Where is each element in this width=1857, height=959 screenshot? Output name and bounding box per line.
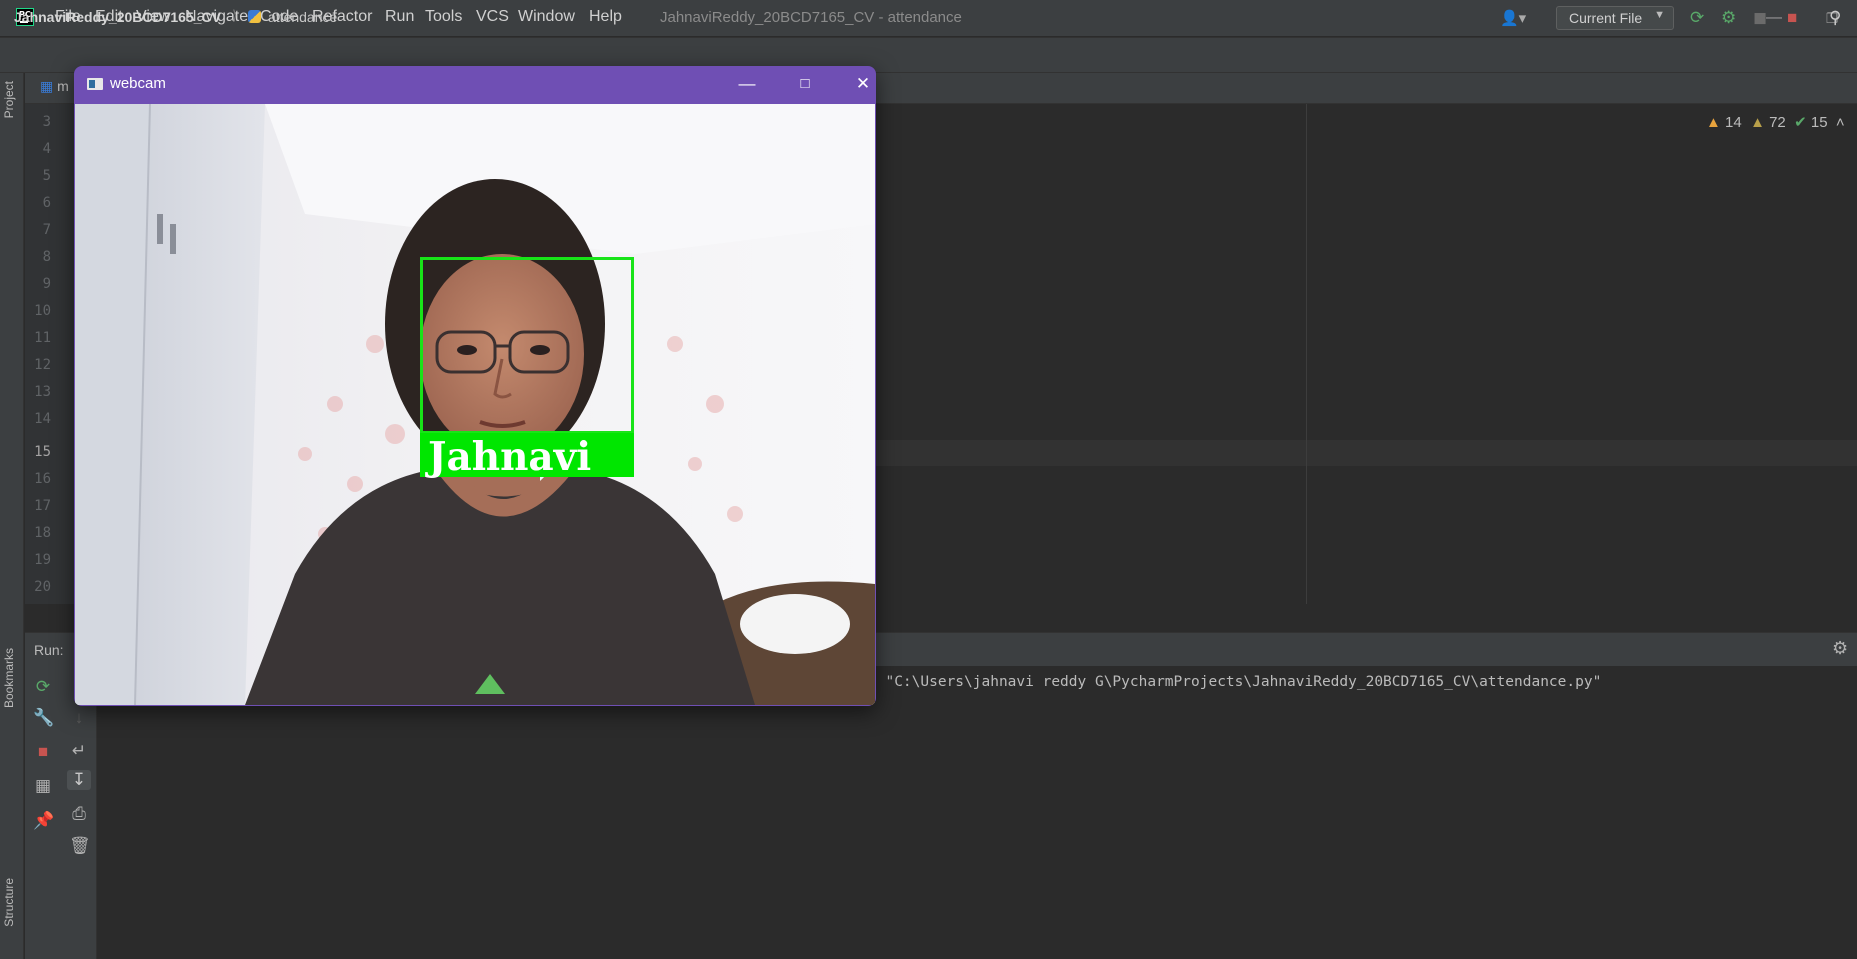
editor-tab[interactable]: ▦ m [40,78,69,95]
line-number: 3 [42,114,51,130]
line-number: 12 [34,357,51,373]
left-tool-strip: Project Bookmarks Structure [0,73,24,959]
detected-face-name: Jahnavi [428,434,592,480]
console-actions-toolbar: ↓ ↵ ↧ ⎙ 🗑 [61,666,97,959]
error-count: 14 [1725,114,1742,131]
breadcrumb-file[interactable]: attendance [268,9,337,25]
run-configuration-dropdown[interactable]: Current File ▼ [1556,6,1674,30]
pin-icon[interactable]: 📌 [33,811,54,831]
console-output[interactable] [98,666,1857,959]
scroll-to-end-icon[interactable]: ↧ [67,770,91,790]
line-number: 16 [34,471,51,487]
python-file-icon: ▦ [40,78,54,94]
webcam-video-feed: Jahnavi [75,104,875,705]
line-number: 9 [42,276,51,292]
menu-window[interactable]: Window [518,8,575,26]
right-margin-guide [1306,104,1307,604]
editor-tab-label: m [57,78,69,94]
run-configuration-label: Current File [1569,10,1643,26]
tool-window-project[interactable]: Project [2,81,16,118]
menu-vcs[interactable]: VCS [476,8,509,26]
breadcrumb-separator-icon: ⟩ [232,7,238,23]
inspection-widget[interactable]: ▲ 14 ▲ 72 ✔ 15 ˄ [1706,113,1845,131]
chevron-up-icon[interactable]: ˄ [1836,114,1845,131]
error-icon: ▲ [1706,114,1721,131]
line-number: 14 [34,411,51,427]
line-number: 13 [34,384,51,400]
rerun-icon[interactable]: ⟳ [1690,8,1704,28]
ok-count: 15 [1810,114,1828,131]
line-number: 6 [42,195,51,211]
menu-run[interactable]: Run [385,8,414,26]
minimize-icon[interactable]: — [727,70,767,98]
line-number: 7 [42,222,51,238]
menu-help[interactable]: Help [589,8,622,26]
line-number: 19 [34,552,51,568]
user-account-icon[interactable]: 👤▾ [1500,9,1526,27]
line-number: 20 [34,579,51,595]
search-icon[interactable]: ⚲ [1829,8,1841,28]
arrow-down-icon[interactable]: ↓ [69,708,89,728]
window-title: JahnaviReddy_20BCD7165_CV - attendance [660,9,962,26]
line-number-current: 15 [34,444,51,460]
close-icon[interactable]: ✕ [843,70,876,98]
run-actions-toolbar: ⟳ 🔧 ■ ▦ 📌 [25,666,61,959]
line-number: 18 [34,525,51,541]
opencv-window-icon [87,78,103,90]
webcam-window[interactable]: webcam — □ ✕ Jahnavi [74,66,876,706]
line-number: 10 [34,303,51,319]
gear-icon[interactable]: ⚙ [1832,638,1848,659]
webcam-window-title: webcam [110,75,166,92]
line-number: 5 [42,168,51,184]
line-number-gutter: 3 4 5 6 7 8 9 10 11 12 13 14 15 16 17 18… [25,104,75,604]
menu-tools[interactable]: Tools [425,8,462,26]
print-icon[interactable]: ⎙ [69,804,89,824]
python-file-icon [248,10,261,23]
breadcrumb-project[interactable]: JahnaviReddy_20BCD7165_CV [14,9,221,25]
tool-window-bookmarks[interactable]: Bookmarks [2,648,16,708]
stop-icon[interactable]: ■ [33,742,53,762]
trash-icon[interactable]: 🗑 [69,836,91,856]
line-number: 11 [34,330,51,346]
run-tool-window-title: Run: [34,642,64,658]
face-label-background: Jahnavi [420,433,634,480]
line-number: 4 [42,141,51,157]
check-icon: ✔ [1794,114,1807,131]
face-detection-box [420,257,634,434]
line-number: 8 [42,249,51,265]
console-command-line: " "C:\Users\jahnavi reddy G\PycharmProje… [868,674,1602,690]
rerun-icon[interactable]: ⟳ [33,677,53,697]
soft-wrap-icon[interactable]: ↵ [69,741,89,761]
debug-bug-icon[interactable]: ⚙ [1721,8,1736,28]
stop-icon[interactable]: ■ [1787,8,1797,28]
maximize-icon[interactable]: □ [785,70,825,98]
line-number: 17 [34,498,51,514]
warning-icon: ▲ [1750,114,1765,131]
chevron-down-icon: ▼ [1654,9,1665,21]
tool-window-structure[interactable]: Structure [2,878,16,927]
layout-icon[interactable]: ▦ [33,776,53,796]
coverage-icon[interactable]: ◼ [1753,8,1767,28]
warning-count: 72 [1769,114,1786,131]
wrench-icon[interactable]: 🔧 [33,708,54,728]
